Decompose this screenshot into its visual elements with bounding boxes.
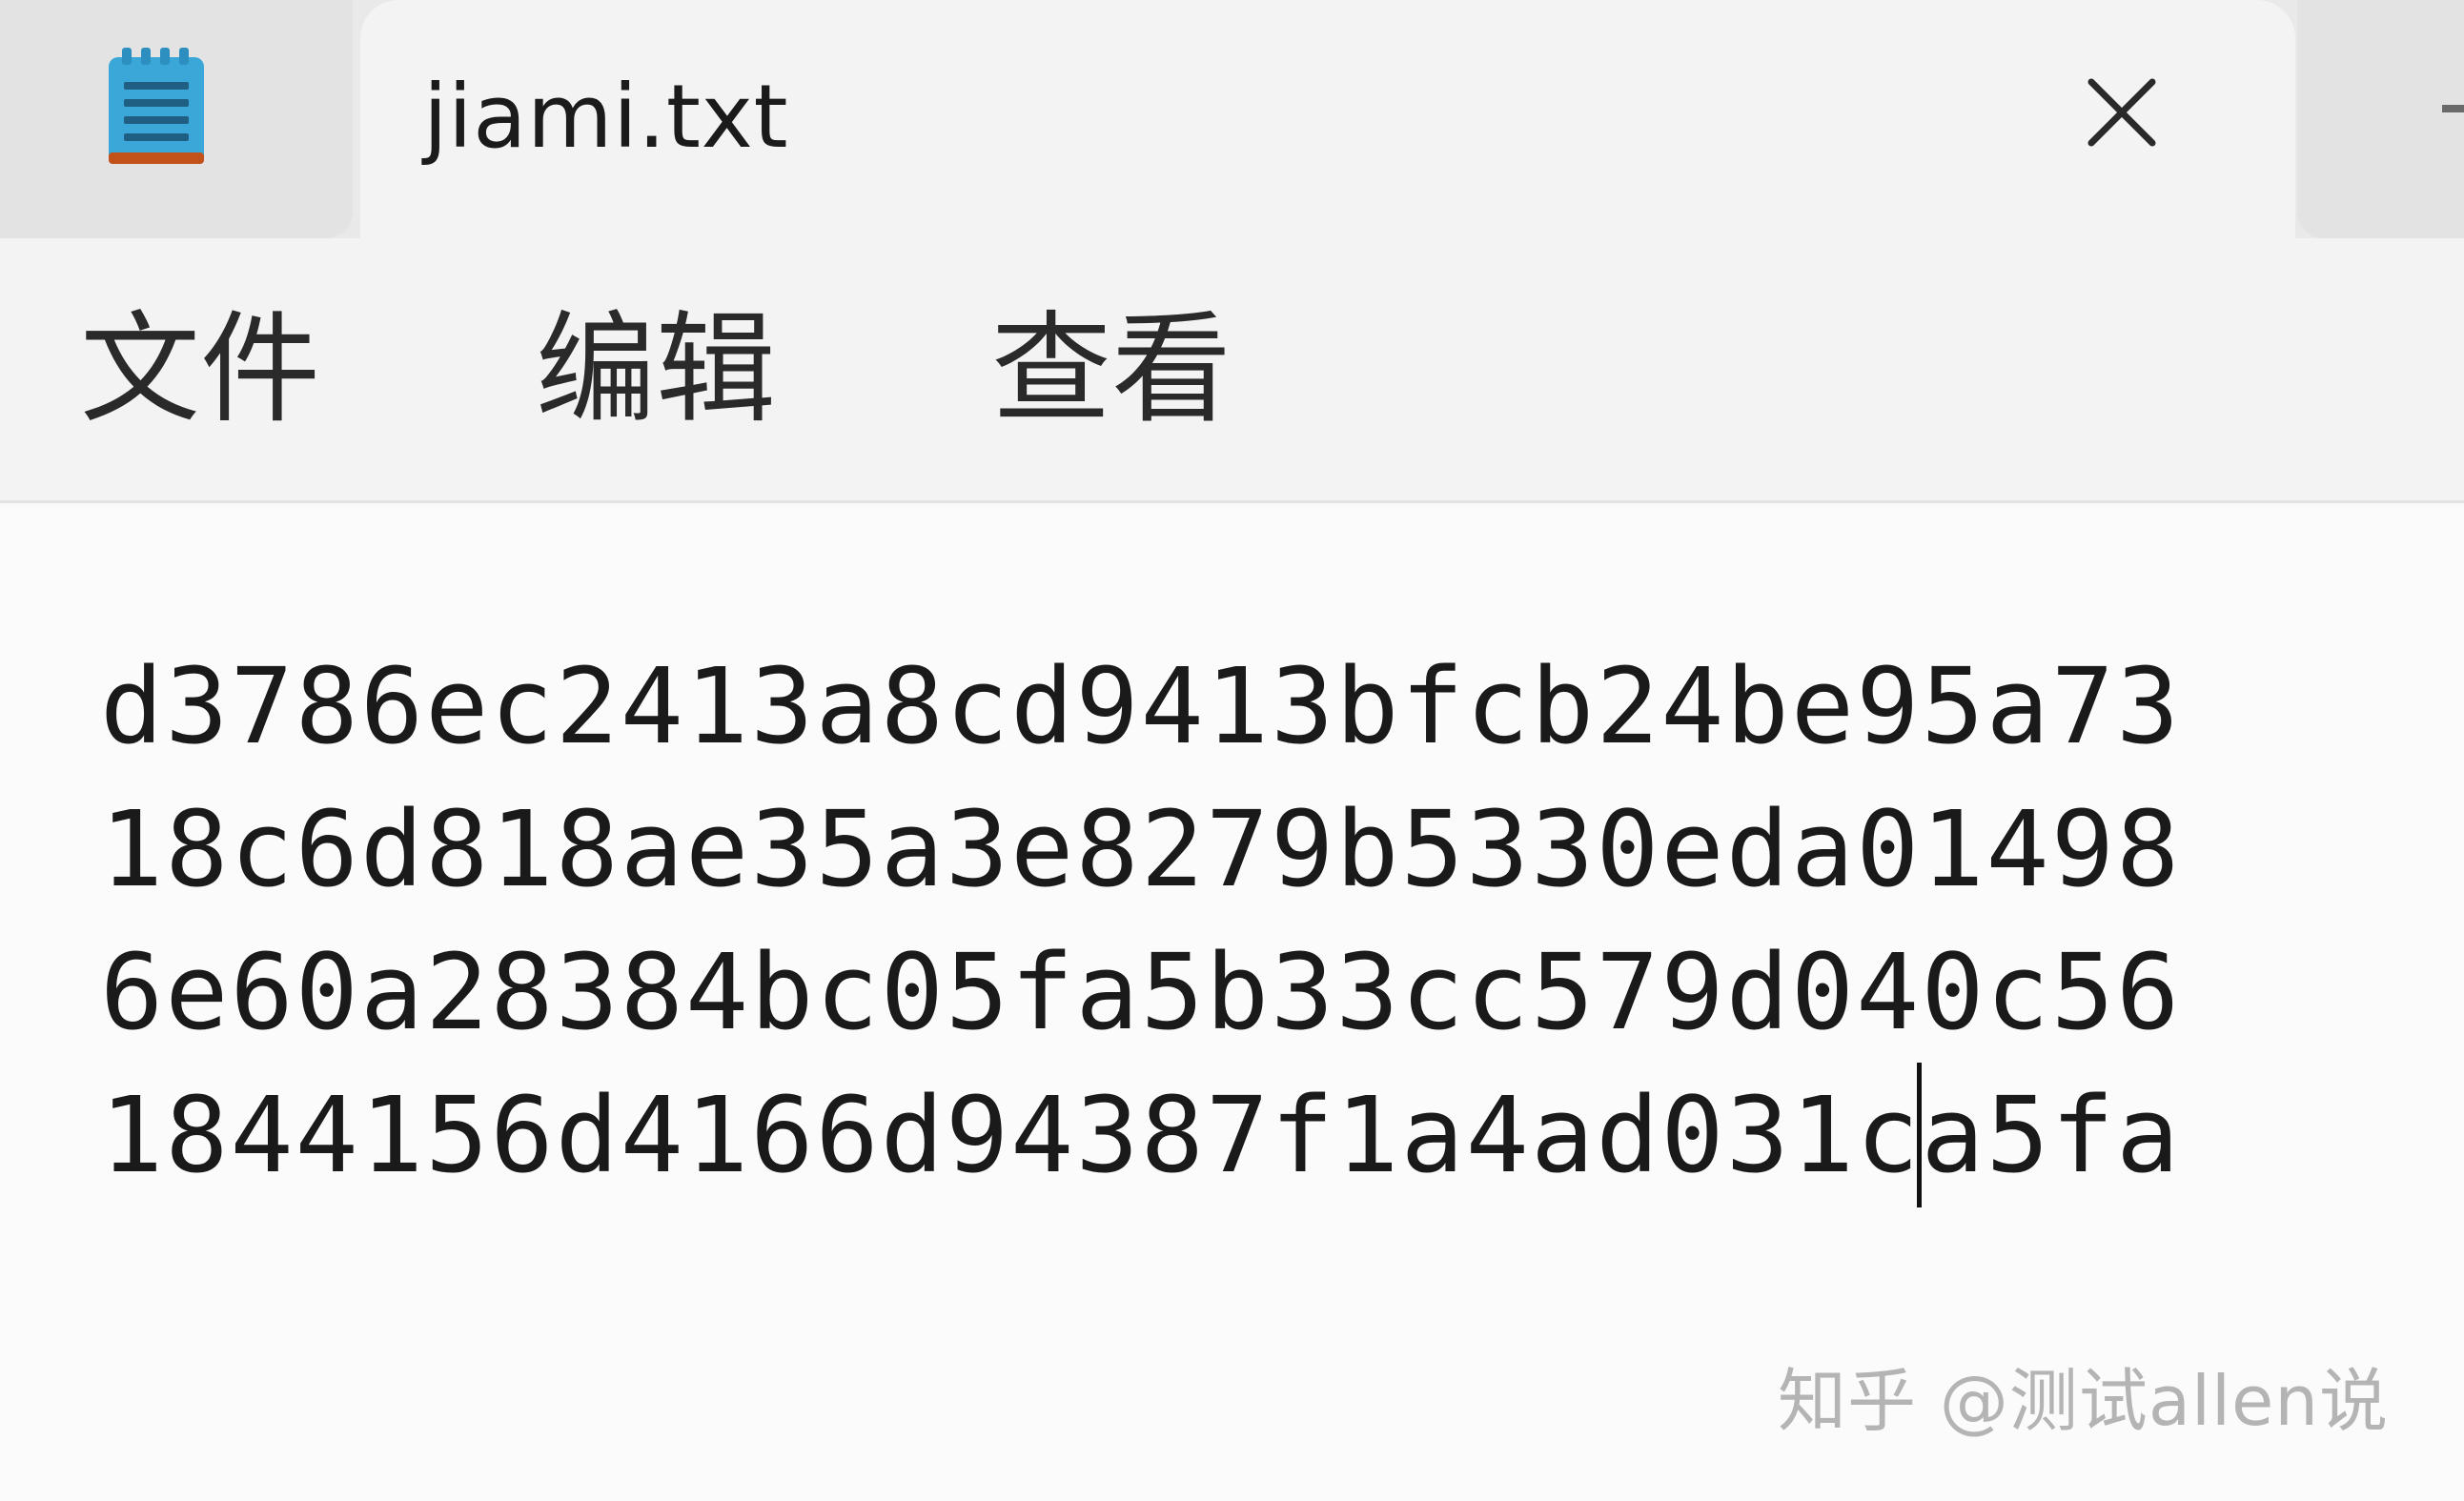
text-line: 18c6d818ae35a3e8279b5330eda01498	[100, 788, 2182, 910]
text-editor[interactable]: d3786ec2413a8cd9413bfcb24be95a73 18c6d81…	[0, 506, 2464, 1501]
menu-file[interactable]: 文件	[80, 303, 320, 436]
tab-strip: jiami.txt	[0, 0, 2464, 238]
tab-jiami[interactable]: jiami.txt	[360, 0, 2295, 238]
menu-bar: 文件 编辑 查看	[0, 238, 2464, 503]
notepad-icon	[109, 48, 204, 164]
menu-edit[interactable]: 编辑	[536, 303, 776, 436]
menu-view[interactable]: 查看	[991, 303, 1232, 436]
text-line: 6e60a28384bc05fa5b33cc579d040c56	[100, 931, 2182, 1053]
tab-title: jiami.txt	[423, 66, 789, 168]
plus-icon	[2442, 105, 2464, 112]
text-line: d3786ec2413a8cd9413bfcb24be95a73	[100, 645, 2182, 767]
new-tab-button[interactable]	[2297, 0, 2464, 238]
app-icon-area	[0, 0, 353, 238]
close-icon[interactable]	[2076, 67, 2168, 158]
text-line: 1844156d4166d94387f1a4ad031ca5fa	[100, 1074, 2182, 1196]
watermark: 知乎 @测试allen说	[1778, 1361, 2389, 1441]
text-caret	[1917, 1063, 1922, 1207]
notepad-window: jiami.txt 文件 编辑 查看 d3786ec2413a8cd9413bf…	[0, 0, 2464, 1501]
